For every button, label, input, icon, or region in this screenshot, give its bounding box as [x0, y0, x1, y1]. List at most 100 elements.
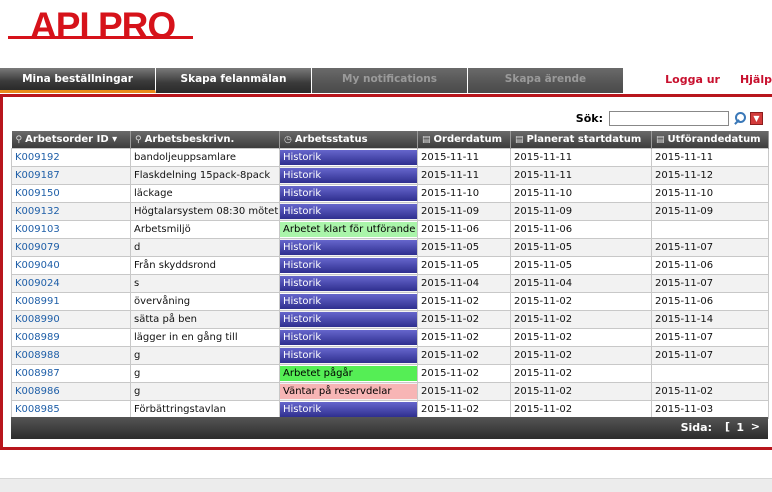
description-cell: g [130, 364, 280, 383]
table-row[interactable]: K009103 Arbetsmiljö Arbetet klart för utfö… [11, 220, 769, 239]
status-cell: Historik [279, 238, 418, 257]
completion-date-cell: 2015-11-07 [651, 274, 769, 293]
completion-date-cell: 2015-11-11 [651, 148, 769, 167]
table-row[interactable]: K008990 sätta på ben Historik 2015-11-02 201… [11, 310, 769, 329]
page-label: Sida: [680, 421, 712, 434]
status-cell: Historik [279, 202, 418, 221]
order-id-link[interactable]: K009103 [11, 220, 131, 239]
table-row[interactable]: K008988 g Historik 2015-11-02 2015-11-02 2015… [11, 346, 769, 365]
table-row[interactable]: K009150 läckage Historik 2015-11-10 2015-11-… [11, 184, 769, 203]
planned-start-cell: 2015-11-11 [510, 166, 652, 185]
search-label: Sök: [575, 111, 603, 125]
column-header-arbetsbeskrivn[interactable]: ⚲ Arbetsbeskrivn. [130, 131, 280, 149]
planned-start-cell: 2015-11-02 [510, 346, 652, 365]
column-header-orderdatum[interactable]: ▤ Orderdatum [417, 131, 511, 149]
calendar-icon: ▤ [656, 135, 665, 145]
order-date-cell: 2015-11-11 [417, 148, 511, 167]
status-cell: Historik [279, 400, 418, 419]
search-icon[interactable] [733, 111, 746, 125]
table-row[interactable]: K008987 g Arbetet pågår 2015-11-02 2015-11-0… [11, 364, 769, 383]
column-header-arbetsorder-id[interactable]: ⚲ Arbetsorder ID ▾ [11, 131, 131, 149]
table-row[interactable]: K009024 s Historik 2015-11-04 2015-11-04 2015… [11, 274, 769, 293]
planned-start-cell: 2015-11-02 [510, 292, 652, 311]
status-cell: Historik [279, 148, 418, 167]
order-id-link[interactable]: K008985 [11, 400, 131, 419]
order-date-cell: 2015-11-11 [417, 166, 511, 185]
search-input[interactable] [609, 110, 729, 126]
description-cell: övervåning [130, 292, 280, 311]
column-header-utforandedatum[interactable]: ▤ Utförandedatum [651, 131, 769, 149]
table-header-row: ⚲ Arbetsorder ID ▾ ⚲ Arbetsbeskrivn. ◷ Arbe… [11, 131, 769, 149]
table-row[interactable]: K009040 Från skyddsrond Historik 2015-11-05… [11, 256, 769, 275]
table-row[interactable]: K008986 g Väntar på reservdelar 2015-11-02 2… [11, 382, 769, 401]
status-cell: Arbetet pågår [279, 364, 418, 383]
column-header-arbetsstatus[interactable]: ◷ Arbetsstatus [279, 131, 418, 149]
filter-icon[interactable]: ⚲ [16, 135, 23, 145]
order-id-link[interactable]: K008990 [11, 310, 131, 329]
status-badge: Historik [280, 402, 417, 417]
logo-text: API PRO [30, 5, 176, 46]
planned-start-cell: 2015-11-02 [510, 310, 652, 329]
completion-date-cell: 2015-11-14 [651, 310, 769, 329]
tab-mina-bestallningar[interactable]: Mina beställningar [0, 68, 156, 93]
table-row[interactable]: K008991 övervåning Historik 2015-11-02 2015-… [11, 292, 769, 311]
table-row[interactable]: K009132 Högtalarsystem 08:30 mötet Histori… [11, 202, 769, 221]
planned-start-cell: 2015-11-04 [510, 274, 652, 293]
tab-skapa-felanmalan[interactable]: Skapa felanmälan [156, 68, 312, 93]
status-cell: Arbetet klart för utförande [279, 220, 418, 239]
order-id-link[interactable]: K009192 [11, 148, 131, 167]
status-badge: Väntar på reservdelar [280, 384, 417, 399]
planned-start-cell: 2015-11-02 [510, 328, 652, 347]
help-link[interactable]: Hjälp [740, 73, 772, 86]
order-id-link[interactable]: K008989 [11, 328, 131, 347]
status-badge: Historik [280, 186, 417, 201]
status-badge: Historik [280, 204, 417, 219]
dropdown-arrow-icon[interactable]: ▼ [750, 111, 763, 125]
planned-start-cell: 2015-11-06 [510, 220, 652, 239]
status-cell: Historik [279, 184, 418, 203]
table-row[interactable]: K009187 Flaskdelning 15pack-8pack Historik… [11, 166, 769, 185]
table-row[interactable]: K008989 lägger in en gång till Historik 201… [11, 328, 769, 347]
filter-icon[interactable]: ⚲ [135, 135, 142, 145]
status-badge: Historik [280, 168, 417, 183]
prev-page-button[interactable]: [ [725, 420, 730, 433]
order-date-cell: 2015-11-10 [417, 184, 511, 203]
table-row[interactable]: K009079 d Historik 2015-11-05 2015-11-05 2015… [11, 238, 769, 257]
planned-start-cell: 2015-11-11 [510, 148, 652, 167]
completion-date-cell [651, 220, 769, 239]
page-number[interactable]: 1 [736, 421, 744, 434]
order-id-link[interactable]: K009150 [11, 184, 131, 203]
completion-date-cell: 2015-11-06 [651, 256, 769, 275]
completion-date-cell: 2015-11-07 [651, 346, 769, 365]
order-id-link[interactable]: K008987 [11, 364, 131, 383]
tab-skapa-arende[interactable]: Skapa ärende [468, 68, 624, 93]
status-cell: Historik [279, 274, 418, 293]
app-logo: API PRO [8, 6, 198, 46]
status-cell: Historik [279, 328, 418, 347]
table-row[interactable]: K008985 Förbättringstavlan Historik 2015-11… [11, 400, 769, 419]
order-id-link[interactable]: K009132 [11, 202, 131, 221]
description-cell: lägger in en gång till [130, 328, 280, 347]
order-id-link[interactable]: K009187 [11, 166, 131, 185]
planned-start-cell: 2015-11-10 [510, 184, 652, 203]
order-id-link[interactable]: K008988 [11, 346, 131, 365]
completion-date-cell: 2015-11-07 [651, 328, 769, 347]
order-id-link[interactable]: K009079 [11, 238, 131, 257]
tab-my-notifications[interactable]: My notifications [312, 68, 468, 93]
order-id-link[interactable]: K008991 [11, 292, 131, 311]
description-cell: Högtalarsystem 08:30 mötet [130, 202, 280, 221]
status-badge: Arbetet pågår [280, 366, 417, 381]
status-cell: Historik [279, 256, 418, 275]
order-id-link[interactable]: K009040 [11, 256, 131, 275]
order-id-link[interactable]: K008986 [11, 382, 131, 401]
column-header-planerat-startdatum[interactable]: ▤ Planerat startdatum [510, 131, 652, 149]
order-id-link[interactable]: K009024 [11, 274, 131, 293]
logout-link[interactable]: Logga ur [665, 73, 720, 86]
table-row[interactable]: K009192 bandoljeuppsamlare Historik 2015-11… [11, 148, 769, 167]
description-cell: g [130, 346, 280, 365]
next-page-button[interactable]: > [751, 420, 760, 433]
calendar-icon: ▤ [422, 135, 431, 145]
order-date-cell: 2015-11-02 [417, 400, 511, 419]
description-cell: Från skyddsrond [130, 256, 280, 275]
orders-table: ⚲ Arbetsorder ID ▾ ⚲ Arbetsbeskrivn. ◷ Arbe… [11, 131, 769, 419]
